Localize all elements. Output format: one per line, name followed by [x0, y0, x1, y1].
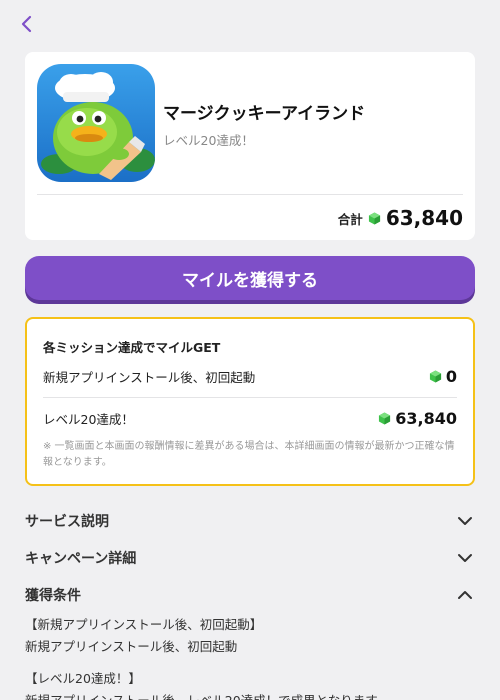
total-value: 63,840 [385, 206, 463, 230]
missions-card: 各ミッション達成でマイルGET 新規アプリインストール後、初回起動 0 レベル2… [25, 317, 475, 486]
mission-row: レベル20達成！ 63,840 [43, 409, 457, 428]
app-name: マージクッキーアイランド [163, 104, 366, 124]
chevron-down-icon [458, 554, 472, 562]
divider [37, 194, 463, 195]
mission-label: レベル20達成！ [43, 412, 134, 427]
total-row: 合計 63,840 [338, 206, 463, 230]
get-miles-button[interactable]: マイルを獲得する [25, 256, 475, 300]
section-campaign-details[interactable]: キャンペーン詳細 [25, 546, 475, 570]
section-service-description[interactable]: サービス説明 [25, 509, 475, 533]
section-title: キャンペーン詳細 [25, 551, 137, 567]
divider [43, 397, 457, 398]
green-gem-icon [429, 370, 441, 383]
mission-reward: 0 [429, 367, 457, 386]
mission-reward: 63,840 [378, 409, 457, 428]
missions-title: 各ミッション達成でマイルGET [43, 340, 221, 355]
mission-note: ※ 一覧画面と本画面の報酬情報に差異がある場合は、本詳細画面の情報が最新かつ正確… [43, 441, 455, 468]
mission-value: 63,840 [395, 409, 457, 428]
app-card: マージクッキーアイランド レベル20達成！ 合計 63,840 [25, 52, 475, 240]
chevron-up-icon [458, 591, 472, 599]
section-acquisition-conditions[interactable]: 獲得条件 [25, 583, 475, 607]
condition-text: 新規アプリインストール後、レベル20達成！で成果となります [25, 690, 378, 700]
chevron-left-icon [21, 15, 32, 33]
total-label: 合計 [337, 211, 363, 227]
mission-row: 新規アプリインストール後、初回起動 0 [43, 367, 457, 386]
app-icon [37, 64, 155, 182]
mission-value: 0 [445, 367, 457, 386]
condition-heading: 【新規アプリインストール後、初回起動】 [25, 617, 263, 632]
back-button[interactable] [16, 12, 36, 36]
green-gem-icon [379, 412, 391, 425]
section-title: サービス説明 [25, 514, 109, 530]
mission-label: 新規アプリインストール後、初回起動 [43, 370, 256, 385]
condition-text: 新規アプリインストール後、初回起動 [25, 639, 238, 654]
green-gem-icon [368, 211, 380, 225]
section-title: 獲得条件 [25, 588, 81, 604]
chevron-down-icon [458, 517, 472, 525]
app-subtitle: レベル20達成！ [163, 133, 254, 148]
condition-heading: 【レベル20達成！】 [25, 671, 141, 686]
